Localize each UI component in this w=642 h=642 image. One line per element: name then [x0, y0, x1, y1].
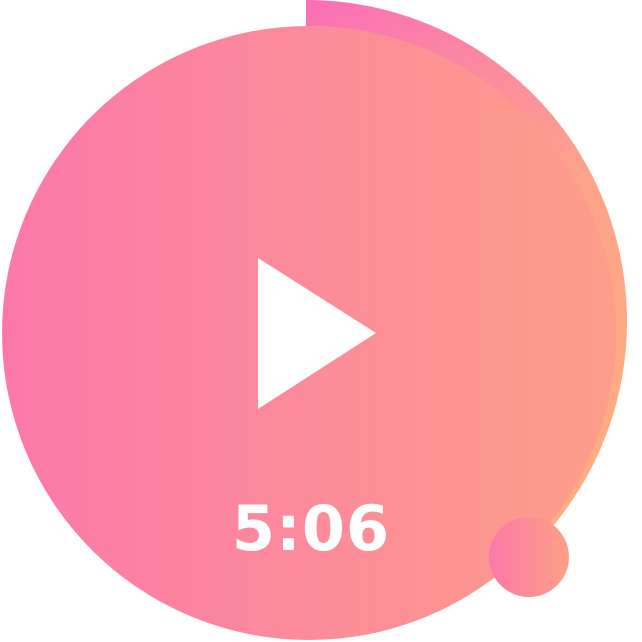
progress-scrub-handle[interactable]	[489, 517, 569, 597]
audio-player-widget: 5:06	[0, 0, 642, 642]
player-graphic	[2, 0, 627, 640]
